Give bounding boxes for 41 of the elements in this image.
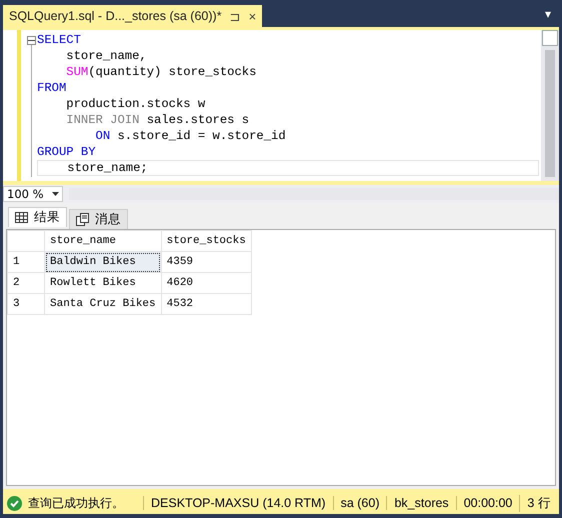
caret-icon bbox=[52, 192, 59, 196]
user-name: sa (60) bbox=[332, 496, 386, 510]
document-tab[interactable]: SQLQuery1.sql - D..._stores (sa (60))* ⊐ × bbox=[3, 5, 262, 27]
elapsed-time: 00:00:00 bbox=[456, 496, 520, 510]
dropdown-icon[interactable]: ▾ bbox=[544, 7, 551, 21]
document-icon bbox=[76, 213, 89, 226]
server-name: DESKTOP-MAXSU (14.0 RTM) bbox=[143, 496, 333, 510]
pin-icon[interactable]: ⊐ bbox=[230, 8, 241, 24]
table-cell[interactable]: 4532 bbox=[161, 294, 252, 314]
code-line: SUM(quantity) store_stocks bbox=[65, 64, 258, 80]
code-line: INNER JOIN sales.stores s bbox=[65, 112, 250, 128]
status-message: 查询已成功执行。 bbox=[28, 494, 124, 512]
zoom-dropdown[interactable]: 100 % bbox=[3, 186, 63, 202]
row-count: 3 行 bbox=[519, 494, 558, 512]
code-line: GROUP BY bbox=[37, 144, 97, 160]
success-icon bbox=[7, 496, 22, 510]
grid-icon bbox=[15, 212, 28, 223]
close-icon[interactable]: × bbox=[248, 8, 256, 24]
collapse-toggle[interactable] bbox=[26, 36, 36, 45]
table-cell[interactable]: 4620 bbox=[161, 272, 252, 294]
minus-icon bbox=[28, 37, 34, 44]
horizontal-scrollbar[interactable] bbox=[69, 188, 559, 200]
code-line: ON s.store_id = w.store_id bbox=[94, 128, 287, 144]
table-cell[interactable]: Rowlett Bikes bbox=[44, 272, 162, 294]
row-number: 1 bbox=[8, 252, 44, 272]
table-cell[interactable]: Santa Cruz Bikes bbox=[44, 294, 162, 314]
column-header[interactable]: store_stocks bbox=[161, 230, 252, 252]
code-line: production.stocks w bbox=[65, 96, 206, 112]
database-name: bk_stores bbox=[386, 496, 456, 510]
code-line: FROM bbox=[37, 80, 68, 96]
row-number: 2 bbox=[8, 272, 44, 294]
column-header[interactable]: store_name bbox=[44, 230, 162, 252]
row-number: 3 bbox=[8, 294, 44, 314]
result-tab[interactable]: 消息 bbox=[69, 209, 128, 229]
code-line: store_name, bbox=[65, 48, 148, 64]
code-line: SELECT bbox=[37, 32, 82, 48]
document-title: SQLQuery1.sql - D..._stores (sa (60))* bbox=[9, 9, 222, 23]
table-cell[interactable]: 4359 bbox=[161, 252, 252, 272]
result-tab[interactable]: 结果 bbox=[8, 207, 67, 227]
table-cell[interactable]: Baldwin Bikes bbox=[44, 252, 162, 272]
scrollbar-thumb[interactable] bbox=[545, 50, 555, 177]
